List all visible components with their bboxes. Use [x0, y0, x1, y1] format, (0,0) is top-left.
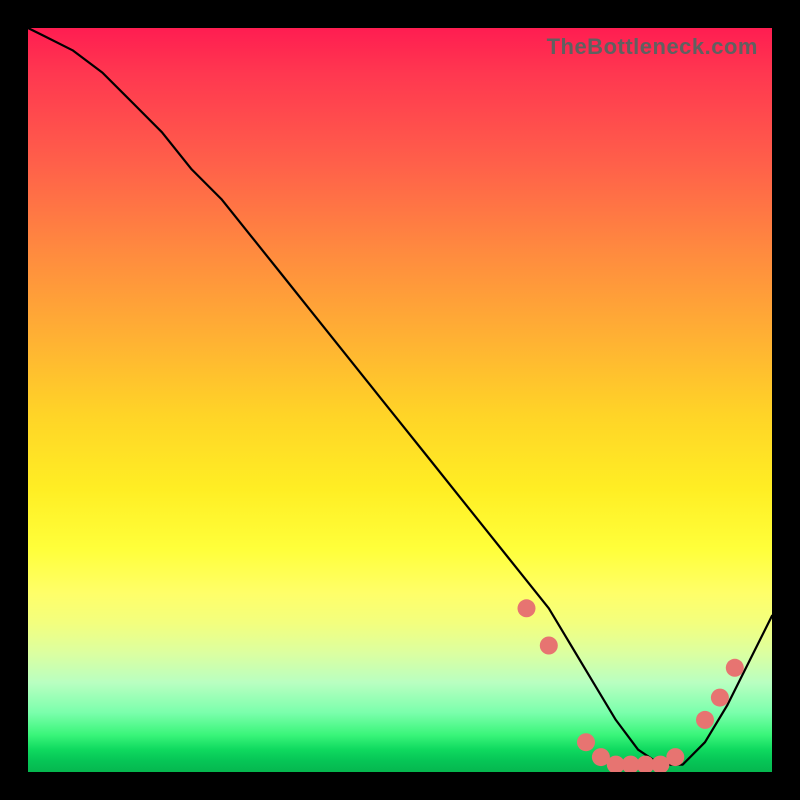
curve-marker-dot	[726, 659, 744, 677]
curve-markers	[518, 599, 744, 772]
watermark-text: TheBottleneck.com	[547, 34, 758, 60]
curve-marker-dot	[577, 733, 595, 751]
curve-marker-dot	[540, 637, 558, 655]
chart-stage: TheBottleneck.com	[0, 0, 800, 800]
curve-marker-dot	[696, 711, 714, 729]
curve-layer	[28, 28, 772, 772]
plot-area: TheBottleneck.com	[28, 28, 772, 772]
curve-marker-dot	[666, 748, 684, 766]
curve-marker-dot	[711, 689, 729, 707]
bottleneck-curve	[28, 28, 772, 765]
curve-marker-dot	[518, 599, 536, 617]
